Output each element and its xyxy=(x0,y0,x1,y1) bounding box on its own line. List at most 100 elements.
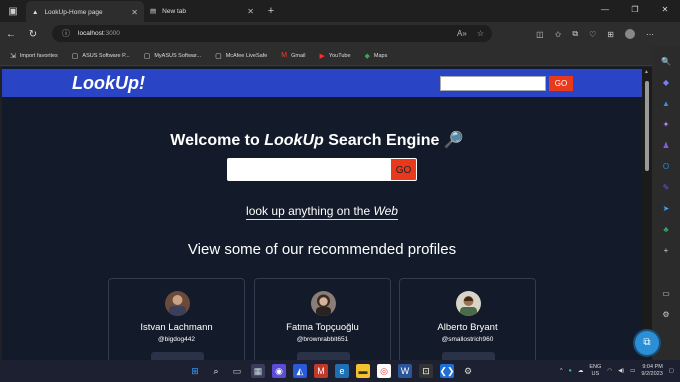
restore-icon[interactable]: ❐ xyxy=(620,0,650,22)
wifi-icon[interactable]: ◠ xyxy=(607,368,612,374)
close-tab-icon[interactable]: ✕ xyxy=(131,8,138,17)
profile-card[interactable]: Fatma Topçuoğlu @brownrabbit651 xyxy=(254,278,391,360)
photos-icon[interactable]: ◭ xyxy=(293,364,307,378)
favorites-icon[interactable]: ✩ xyxy=(555,30,562,39)
word-icon[interactable]: W xyxy=(398,364,412,378)
more-menu-icon[interactable]: ⋯ xyxy=(646,30,654,39)
split-view-icon[interactable]: ▭ xyxy=(659,286,673,300)
toolbar: ◫ ✩ ⧉ ♡ ⊞ ⋯ xyxy=(536,22,654,46)
edge-sidebar: 🔍 ◆ ▲ ✦ ♟ O ✎ ➤ ♣ + ▭ ⚙ xyxy=(652,46,680,360)
profile-card[interactable]: Alberto Bryant @smallostrich960 xyxy=(399,278,536,360)
tab-lookup[interactable]: ▲ LookUp-Home page ✕ xyxy=(26,1,144,23)
url-host: localhost xyxy=(78,30,104,37)
youtube-icon: ▶ xyxy=(319,52,325,60)
collections-icon[interactable]: ⧉ xyxy=(572,29,578,39)
profile-handle: @brownrabbit651 xyxy=(296,336,349,343)
search-icon[interactable]: ⌕ xyxy=(209,364,223,378)
games-icon[interactable]: ♟ xyxy=(659,138,673,152)
favorite-import[interactable]: ⇲ Import favorites xyxy=(10,52,58,60)
import-icon: ⇲ xyxy=(10,52,16,60)
tab-favicon-icon: ▲ xyxy=(32,8,39,16)
extensions-icon[interactable]: ⊞ xyxy=(607,30,614,39)
scroll-up-icon[interactable]: ▲ xyxy=(644,69,649,75)
onedrive-icon[interactable]: ☁ xyxy=(578,368,584,374)
add-sidebar-icon[interactable]: + xyxy=(659,243,673,257)
favorite-star-icon[interactable]: ☆ xyxy=(477,29,484,38)
notifications-icon[interactable]: ▢ xyxy=(669,368,674,374)
store-icon[interactable]: ⊡ xyxy=(419,364,433,378)
favorite-youtube[interactable]: ▶ YouTube xyxy=(320,52,351,60)
header-go-button[interactable]: GO xyxy=(549,76,573,91)
main-search-input[interactable] xyxy=(227,158,390,181)
welcome-heading: Welcome to LookUp Search Engine 🔎 xyxy=(170,132,464,149)
tab-new-tab[interactable]: ▤ New tab ✕ xyxy=(144,0,260,22)
profile-card[interactable]: Istvan Lachmann @bigdog442 xyxy=(108,278,245,360)
chrome-icon[interactable]: ◎ xyxy=(377,364,391,378)
workspaces-icon[interactable]: ▣ xyxy=(0,0,26,22)
favorites-bar: ⇲ Import favorites ▢ ASUS Software P... ▢ M… xyxy=(0,46,652,66)
page-scrollbar[interactable]: ▲ ▼ xyxy=(642,67,652,360)
battery-icon[interactable]: ▭ xyxy=(630,368,635,374)
avatar xyxy=(165,291,190,316)
taskbar: ⊞ ⌕ ▭ ▦ ◉ ◭ M e ▬ ◎ W ⊡ ❮❯ ⚙ ^ ● ☁ ENG US… xyxy=(0,360,680,382)
favorite-mcafee[interactable]: ▢ McAfee LiveSafe xyxy=(215,52,267,60)
view-profile-button[interactable] xyxy=(297,352,350,360)
scrollbar-thumb[interactable] xyxy=(645,81,649,171)
profile-handle: @smallostrich960 xyxy=(441,336,494,343)
close-tab-icon[interactable]: ✕ xyxy=(247,7,254,16)
favorite-myasus[interactable]: ▢ MyASUS Softwar... xyxy=(144,52,201,60)
minimize-icon[interactable]: — xyxy=(590,0,620,22)
language-indicator[interactable]: ENG US xyxy=(589,364,601,378)
clock[interactable]: 9:04 PM 9/2/2023 xyxy=(641,364,662,378)
header-search-input[interactable] xyxy=(440,76,546,91)
volume-icon[interactable]: ◀) xyxy=(618,368,624,374)
site-info-icon[interactable]: ⓘ xyxy=(62,28,70,39)
site-logo[interactable]: LookUp! xyxy=(72,73,145,94)
vscode-icon[interactable]: ❮❯ xyxy=(439,364,455,378)
favorite-asus-software[interactable]: ▢ ASUS Software P... xyxy=(72,52,130,60)
main-go-button[interactable]: GO xyxy=(390,158,417,181)
sidebar-settings-icon[interactable]: ⚙ xyxy=(659,307,673,321)
tag-icon[interactable]: ◆ xyxy=(659,75,673,89)
favorite-gmail[interactable]: M Gmail xyxy=(281,52,305,59)
tray-app-icon[interactable]: ● xyxy=(569,368,572,374)
tree-icon[interactable]: ♣ xyxy=(659,222,673,236)
edge-icon[interactable]: e xyxy=(335,364,349,378)
mcafee-icon[interactable]: M xyxy=(314,364,328,378)
search-icon[interactable]: 🔍 xyxy=(659,54,673,68)
designer-icon[interactable]: ✎ xyxy=(659,180,673,194)
read-aloud-icon[interactable]: A» xyxy=(457,29,467,38)
address-bar-row: ← ↻ ⓘ localhost:3000 A» ☆ ◫ ✩ ⧉ ♡ ⊞ ⋯ b xyxy=(0,22,680,61)
view-profile-button[interactable] xyxy=(442,352,495,360)
shopping-icon[interactable]: ▲ xyxy=(659,96,673,110)
new-tab-button[interactable]: + xyxy=(260,5,282,17)
magnifier-icon: 🔎 xyxy=(443,132,464,149)
view-profile-button[interactable] xyxy=(151,352,204,360)
window-controls: — ❐ ✕ xyxy=(590,0,680,22)
address-bar[interactable]: ⓘ localhost:3000 A» ☆ xyxy=(52,25,492,42)
tools-icon[interactable]: ✦ xyxy=(659,117,673,131)
file-explorer-icon[interactable]: ▬ xyxy=(356,364,370,378)
close-window-icon[interactable]: ✕ xyxy=(650,0,680,22)
teams-icon[interactable]: ◉ xyxy=(272,364,286,378)
page-icon: ▢ xyxy=(71,52,79,60)
browser-essentials-icon[interactable]: ♡ xyxy=(589,30,596,39)
tab-title: New tab xyxy=(162,7,187,15)
tray-overflow-icon[interactable]: ^ xyxy=(560,368,563,374)
tagline-link[interactable]: look up anything on the Web xyxy=(2,204,642,220)
task-view-icon[interactable]: ▭ xyxy=(230,364,244,378)
settings-icon[interactable]: ⚙ xyxy=(461,364,475,378)
favorite-maps[interactable]: ◆ Maps xyxy=(365,52,388,60)
split-screen-icon[interactable]: ◫ xyxy=(536,30,544,39)
maps-icon: ◆ xyxy=(364,52,370,60)
profile-avatar[interactable] xyxy=(625,29,635,39)
avatar xyxy=(311,291,336,316)
layers-fab-icon[interactable]: ⧉ xyxy=(635,331,659,355)
refresh-icon[interactable]: ↻ xyxy=(22,29,44,40)
widgets-icon[interactable]: ▦ xyxy=(251,364,265,378)
send-icon[interactable]: ➤ xyxy=(659,201,673,215)
outlook-icon[interactable]: O xyxy=(659,159,673,173)
system-tray: ^ ● ☁ ENG US ◠ ◀) ▭ 9:04 PM 9/2/2023 ▢ xyxy=(560,360,674,382)
back-icon[interactable]: ← xyxy=(0,29,22,40)
start-icon[interactable]: ⊞ xyxy=(188,364,202,378)
